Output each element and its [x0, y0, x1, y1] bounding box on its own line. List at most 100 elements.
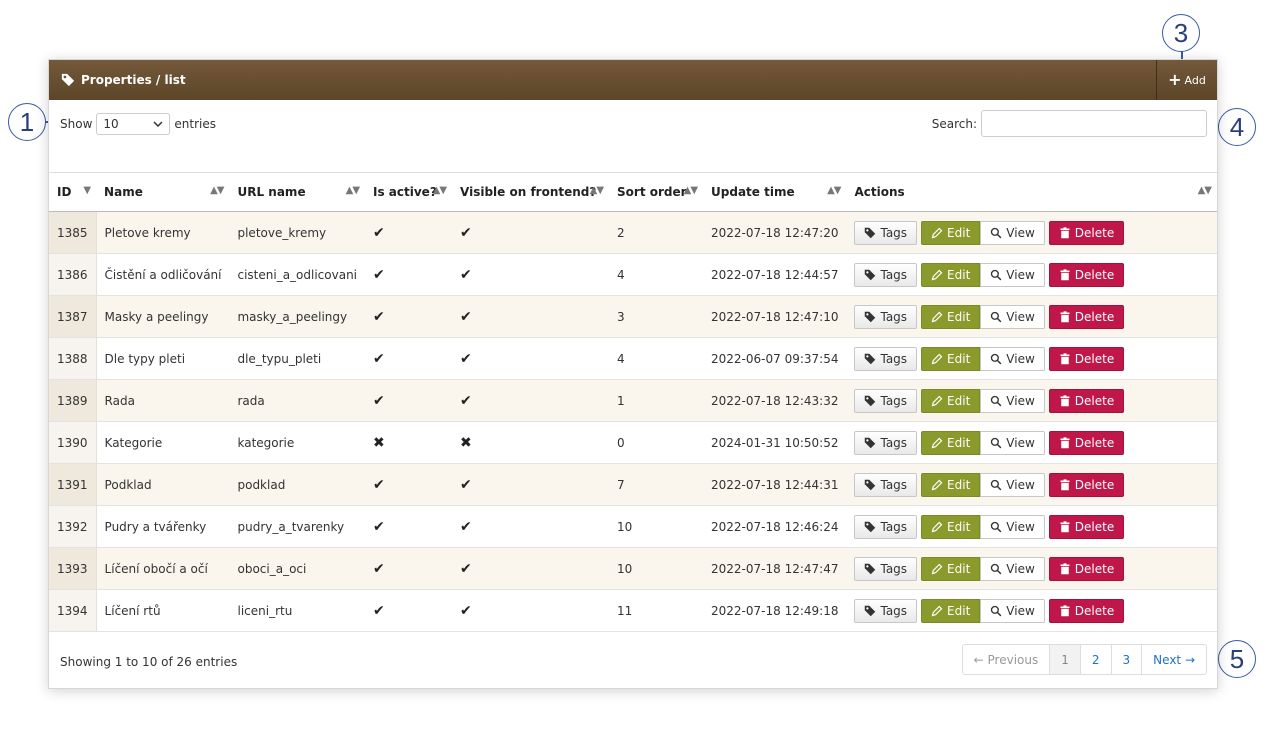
- edit-button[interactable]: Edit: [921, 388, 981, 413]
- delete-button[interactable]: Delete: [1048, 388, 1125, 413]
- cell-visible: ✔: [452, 505, 610, 548]
- tags-button[interactable]: Tags: [854, 220, 918, 245]
- tag-icon: [865, 227, 876, 238]
- delete-button[interactable]: Delete: [1048, 514, 1125, 539]
- edit-button[interactable]: Edit: [921, 598, 981, 623]
- table-row: 1391 Podklad podklad ✔ ✔ 7 2022-07-18 12:44:31…: [49, 463, 1217, 506]
- view-button[interactable]: View: [980, 220, 1045, 245]
- cell-id: 1389: [49, 379, 97, 422]
- check-icon: ✔: [460, 308, 472, 325]
- tags-button[interactable]: Tags: [854, 262, 918, 287]
- delete-button[interactable]: Delete: [1048, 346, 1125, 371]
- view-button[interactable]: View: [980, 388, 1045, 413]
- cell-actions: Tags Edit View Delete: [846, 589, 1217, 632]
- next-page-button[interactable]: Next →: [1141, 645, 1206, 674]
- table-row: 1386 Čistění a odličování cisteni_a_odlico…: [49, 253, 1217, 296]
- table-row: 1390 Kategorie kategorie ✖ ✖ 0 2024-01-31 10:5…: [49, 421, 1217, 464]
- page-2-button[interactable]: 2: [1079, 645, 1111, 674]
- cell-name: Čistění a odličování: [96, 253, 230, 296]
- col-header-visible[interactable]: Visible on frontend? ▲▼: [452, 172, 610, 212]
- tags-button[interactable]: Tags: [854, 304, 918, 329]
- sort-icon: ▲▼: [683, 185, 698, 196]
- delete-button[interactable]: Delete: [1048, 430, 1125, 455]
- show-label: Show: [60, 117, 93, 131]
- tags-button[interactable]: Tags: [854, 346, 918, 371]
- col-header-url[interactable]: URL name ▲▼: [229, 172, 366, 212]
- edit-button[interactable]: Edit: [921, 262, 981, 287]
- check-icon: ✔: [373, 392, 385, 409]
- callout-1: 1: [8, 103, 46, 141]
- search-icon: [991, 563, 1002, 574]
- view-button[interactable]: View: [980, 430, 1045, 455]
- edit-button[interactable]: Edit: [921, 220, 981, 245]
- view-button[interactable]: View: [980, 598, 1045, 623]
- search-input[interactable]: [981, 110, 1207, 137]
- tags-button[interactable]: Tags: [854, 598, 918, 623]
- check-icon: ✔: [373, 518, 385, 535]
- check-icon: ✔: [373, 560, 385, 577]
- tag-icon: [865, 269, 876, 280]
- cell-sort: 4: [609, 337, 704, 380]
- page-1-button[interactable]: 1: [1049, 645, 1080, 674]
- edit-button[interactable]: Edit: [921, 304, 981, 329]
- cell-id: 1387: [49, 295, 97, 338]
- view-button[interactable]: View: [980, 514, 1045, 539]
- view-button[interactable]: View: [980, 346, 1045, 371]
- delete-button[interactable]: Delete: [1048, 304, 1125, 329]
- page-3-button[interactable]: 3: [1110, 645, 1142, 674]
- delete-button[interactable]: Delete: [1048, 262, 1125, 287]
- search-icon: [991, 227, 1002, 238]
- view-button[interactable]: View: [980, 262, 1045, 287]
- col-header-actions[interactable]: Actions ▲▼: [846, 172, 1217, 212]
- edit-button[interactable]: Edit: [921, 472, 981, 497]
- cell-actions: Tags Edit View Delete: [846, 295, 1217, 338]
- tags-button[interactable]: Tags: [854, 556, 918, 581]
- tags-button[interactable]: Tags: [854, 514, 918, 539]
- delete-button[interactable]: Delete: [1048, 598, 1125, 623]
- view-button[interactable]: View: [980, 556, 1045, 581]
- tags-button[interactable]: Tags: [854, 430, 918, 455]
- properties-table: ID ▼ Name ▲▼ URL name ▲▼ Is active? ▲▼ Visib…: [49, 172, 1217, 632]
- cell-active: ✔: [365, 253, 453, 296]
- trash-icon: [1060, 268, 1070, 280]
- edit-button[interactable]: Edit: [921, 556, 981, 581]
- cell-name: Podklad: [96, 463, 230, 506]
- previous-page-button[interactable]: ← Previous: [963, 645, 1050, 674]
- col-header-sort[interactable]: Sort order ▲▼: [609, 172, 704, 212]
- entries-label: entries: [174, 117, 216, 131]
- view-button[interactable]: View: [980, 472, 1045, 497]
- tags-button[interactable]: Tags: [854, 388, 918, 413]
- edit-button[interactable]: Edit: [921, 430, 981, 455]
- table-row: 1387 Masky a peelingy masky_a_peelingy ✔ ✔ 3 2…: [49, 295, 1217, 338]
- add-button[interactable]: + Add: [1156, 60, 1217, 100]
- cell-name: Masky a peelingy: [96, 295, 230, 338]
- entries-select[interactable]: 10: [96, 113, 171, 135]
- edit-button[interactable]: Edit: [921, 346, 981, 371]
- delete-button[interactable]: Delete: [1048, 556, 1125, 581]
- pagination: ← Previous 1 2 3 Next →: [961, 644, 1207, 675]
- col-header-updated[interactable]: Update time ▲▼: [703, 172, 847, 212]
- delete-button[interactable]: Delete: [1048, 472, 1125, 497]
- edit-button[interactable]: Edit: [921, 514, 981, 539]
- cell-id: 1394: [49, 589, 97, 632]
- col-header-active[interactable]: Is active? ▲▼: [365, 172, 453, 212]
- check-icon: ✔: [460, 602, 472, 619]
- delete-button[interactable]: Delete: [1048, 220, 1125, 245]
- pencil-icon: [931, 227, 943, 238]
- cell-active: ✔: [365, 589, 453, 632]
- check-icon: ✔: [460, 518, 472, 535]
- col-header-name[interactable]: Name ▲▼: [96, 172, 230, 212]
- add-button-label: Add: [1184, 73, 1206, 87]
- check-icon: ✔: [373, 308, 385, 325]
- view-button[interactable]: View: [980, 304, 1045, 329]
- cell-sort: 3: [609, 295, 704, 338]
- col-header-id[interactable]: ID ▼: [49, 172, 97, 212]
- cross-icon: ✖: [373, 434, 385, 451]
- tags-button[interactable]: Tags: [854, 472, 918, 497]
- trash-icon: [1060, 478, 1070, 490]
- cell-visible: ✔: [452, 589, 610, 632]
- cell-url: liceni_rtu: [229, 589, 366, 632]
- callout-5: 5: [1218, 640, 1256, 678]
- tag-icon: [865, 479, 876, 490]
- cell-id: 1388: [49, 337, 97, 380]
